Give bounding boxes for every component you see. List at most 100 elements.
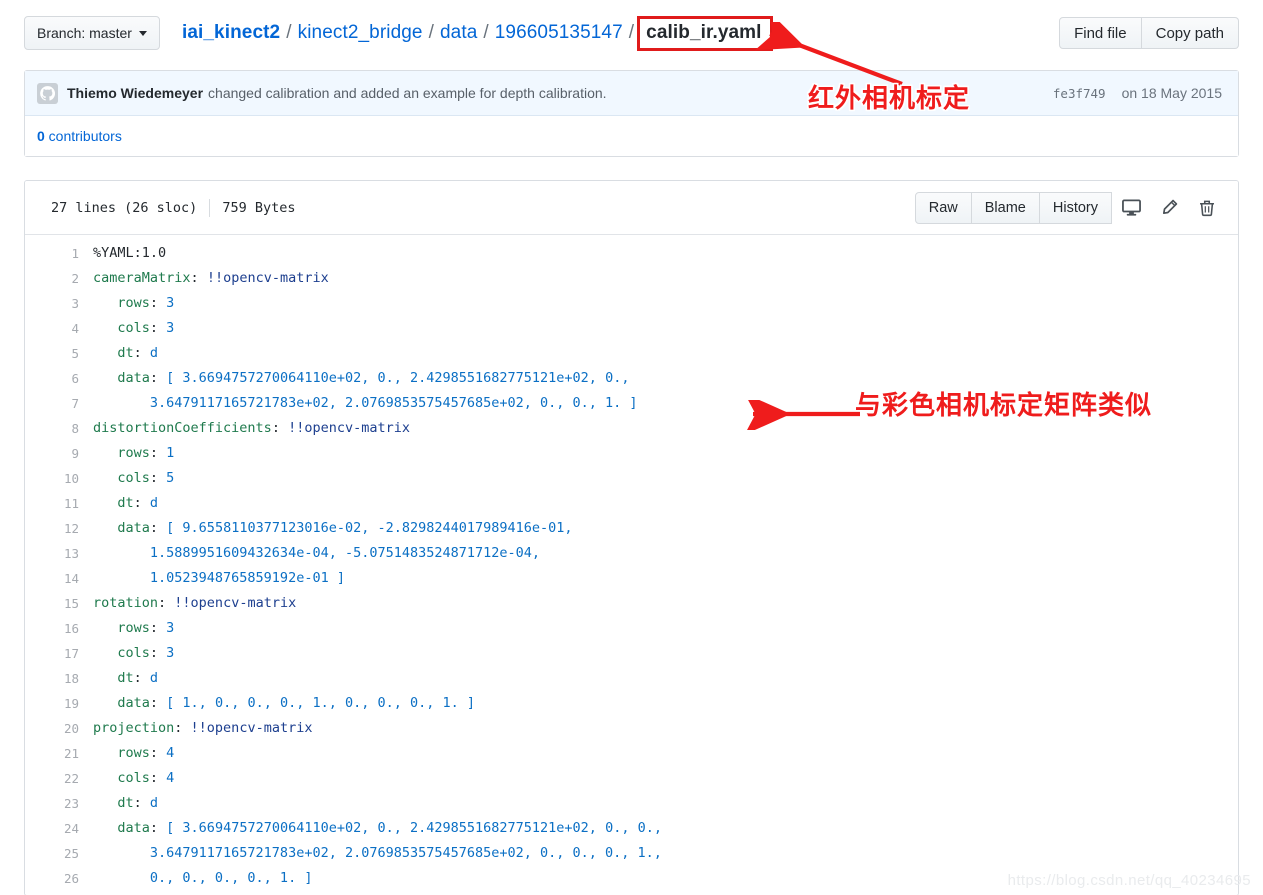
line-number[interactable]: 21 xyxy=(25,741,93,766)
github-file-view-page: Branch: master iai_kinect2 / kinect2_bri… xyxy=(0,0,1263,895)
code-token: rows xyxy=(93,620,150,636)
file-content-box: 27 lines (26 sloc) 759 Bytes Raw Blame H… xyxy=(24,180,1239,895)
code-token: : xyxy=(149,320,167,336)
line-number[interactable]: 18 xyxy=(25,666,93,691)
breadcrumb-item-repo[interactable]: iai_kinect2 xyxy=(182,22,280,44)
file-line-count: 27 lines (26 sloc) xyxy=(51,199,198,216)
contributors-link[interactable]: 0 contributors xyxy=(37,128,122,144)
line-number[interactable]: 9 xyxy=(25,441,93,466)
commit-author[interactable]: Thiemo Wiedemeyer xyxy=(67,85,203,101)
desktop-icon[interactable] xyxy=(1112,193,1150,223)
code-viewer[interactable]: 1 %YAML:1.0 2 cameraMatrix: !!opencv-matrix… xyxy=(25,235,1238,895)
line-number[interactable]: 8 xyxy=(25,416,93,441)
branch-selector-label: Branch: master xyxy=(37,25,132,41)
code-token: 4 xyxy=(166,745,175,761)
line-content: dt: d xyxy=(93,491,158,516)
code-token: rotation xyxy=(93,595,159,611)
line-number[interactable]: 4 xyxy=(25,316,93,341)
code-token: !!opencv-matrix xyxy=(288,420,410,436)
copy-path-button[interactable]: Copy path xyxy=(1141,17,1239,49)
code-token: 3.6479117165721783e+02, 2.07698535754576… xyxy=(93,395,638,411)
line-number[interactable]: 26 xyxy=(25,866,93,891)
line-number[interactable]: 6 xyxy=(25,366,93,391)
line-number[interactable]: 20 xyxy=(25,716,93,741)
code-token: 1 xyxy=(166,445,175,461)
code-token: dt xyxy=(93,345,134,361)
line-number[interactable]: 3 xyxy=(25,291,93,316)
line-content: distortionCoefficients: !!opencv-matrix xyxy=(93,416,410,441)
code-token: : xyxy=(149,770,167,786)
line-number[interactable]: 22 xyxy=(25,766,93,791)
code-token: d xyxy=(149,495,159,511)
pencil-icon[interactable] xyxy=(1150,193,1188,223)
line-content: 1.5889951609432634e-04, -5.0751483524871… xyxy=(93,541,540,566)
line-number[interactable]: 19 xyxy=(25,691,93,716)
line-content: data: [ 3.6694757270064110e+02, 0., 2.42… xyxy=(93,366,629,391)
commit-message[interactable]: changed calibration and added an example… xyxy=(208,85,607,101)
line-content: rows: 1 xyxy=(93,441,174,466)
code-token: : xyxy=(149,295,167,311)
code-token: data xyxy=(93,820,150,836)
line-number[interactable]: 10 xyxy=(25,466,93,491)
code-token: !!opencv-matrix xyxy=(190,720,313,736)
code-line: 3 rows: 3 xyxy=(25,291,1238,316)
line-content: %YAML:1.0 xyxy=(93,241,166,266)
line-number[interactable]: 13 xyxy=(25,541,93,566)
line-content: dt: d xyxy=(93,791,158,816)
line-number[interactable]: 24 xyxy=(25,816,93,841)
file-action-buttons: Raw Blame History xyxy=(914,191,1226,224)
latest-commit-box: Thiemo Wiedemeyer changed calibration an… xyxy=(24,70,1239,157)
code-line: 17 cols: 3 xyxy=(25,641,1238,666)
blame-button[interactable]: Blame xyxy=(971,191,1040,224)
breadcrumb-item-kinect2-bridge[interactable]: kinect2_bridge xyxy=(298,22,423,44)
line-content: data: [ 3.6694757270064110e+02, 0., 2.42… xyxy=(93,816,662,841)
code-token: d xyxy=(149,795,159,811)
line-number[interactable]: 25 xyxy=(25,841,93,866)
code-token: 3 xyxy=(166,295,175,311)
code-token: projection xyxy=(93,720,175,736)
find-file-button[interactable]: Find file xyxy=(1059,17,1142,49)
code-line: 13 1.5889951609432634e-04, -5.0751483524… xyxy=(25,541,1238,566)
code-line: 12 data: [ 9.6558110377123016e-02, -2.82… xyxy=(25,516,1238,541)
line-number[interactable]: 7 xyxy=(25,391,93,416)
code-token: : xyxy=(149,470,167,486)
line-number[interactable]: 12 xyxy=(25,516,93,541)
line-number[interactable]: 5 xyxy=(25,341,93,366)
contributors-label: contributors xyxy=(44,128,122,144)
line-number[interactable]: 23 xyxy=(25,791,93,816)
line-content: cameraMatrix: !!opencv-matrix xyxy=(93,266,329,291)
code-token: : xyxy=(271,420,289,436)
line-content: dt: d xyxy=(93,341,158,366)
history-button[interactable]: History xyxy=(1039,191,1112,224)
code-token: rows xyxy=(93,295,150,311)
code-token: : xyxy=(133,495,150,511)
line-number[interactable]: 15 xyxy=(25,591,93,616)
breadcrumb-item-data[interactable]: data xyxy=(440,22,477,44)
code-line: 10 cols: 5 xyxy=(25,466,1238,491)
commit-sha[interactable]: fe3f749 xyxy=(1053,86,1106,101)
code-token: : xyxy=(158,595,175,611)
line-number[interactable]: 1 xyxy=(25,241,93,266)
line-number[interactable]: 16 xyxy=(25,616,93,641)
line-number[interactable]: 2 xyxy=(25,266,93,291)
code-token: : xyxy=(149,370,167,386)
code-token: [ 9.6558110377123016e-02, -2.82982440179… xyxy=(166,520,573,536)
line-content: 0., 0., 0., 0., 1. ] xyxy=(93,866,313,891)
code-token: distortionCoefficients xyxy=(93,420,272,436)
code-token: cameraMatrix xyxy=(93,270,191,286)
code-token: : xyxy=(133,670,150,686)
code-token: : xyxy=(149,695,167,711)
code-line: 23 dt: d xyxy=(25,791,1238,816)
line-number[interactable]: 11 xyxy=(25,491,93,516)
breadcrumb-separator: / xyxy=(286,22,292,43)
line-content: rows: 3 xyxy=(93,291,174,316)
raw-button[interactable]: Raw xyxy=(914,191,972,224)
trash-icon[interactable] xyxy=(1188,193,1226,223)
line-number[interactable]: 14 xyxy=(25,566,93,591)
code-line: 2 cameraMatrix: !!opencv-matrix xyxy=(25,266,1238,291)
breadcrumb-item-folder-id[interactable]: 196605135147 xyxy=(495,22,623,44)
code-token: 0., 0., 0., 0., 1. ] xyxy=(93,870,313,886)
code-token: %YAML:1.0 xyxy=(93,245,167,261)
branch-selector-button[interactable]: Branch: master xyxy=(24,16,160,50)
line-number[interactable]: 17 xyxy=(25,641,93,666)
